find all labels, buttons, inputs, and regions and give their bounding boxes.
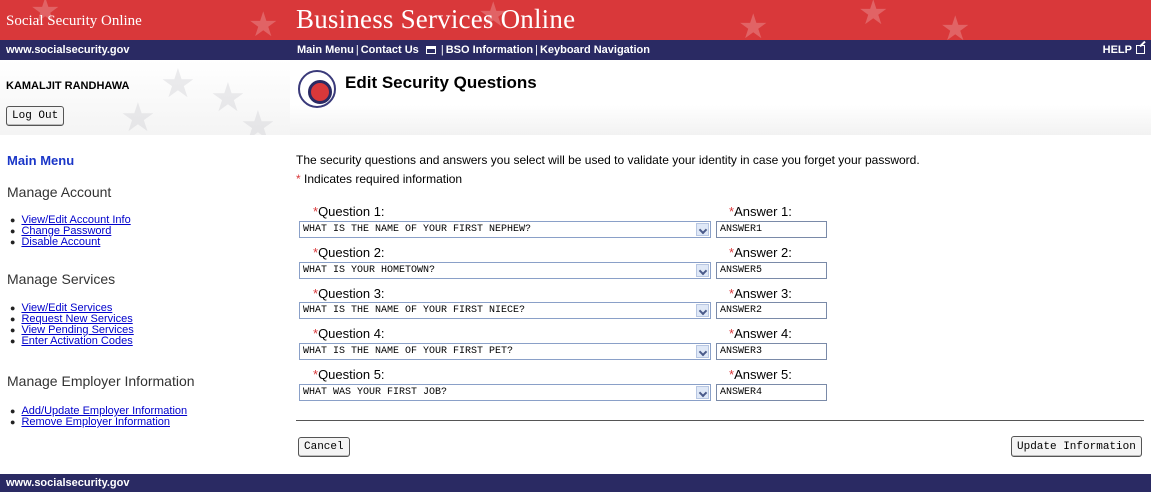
chevron-down-icon[interactable] [696, 223, 709, 236]
nav-separator: | [440, 44, 444, 56]
question-label: *Question 4: [313, 326, 385, 341]
help-link[interactable]: HELP [1103, 44, 1145, 56]
chevron-down-icon[interactable] [696, 264, 709, 277]
question-1-selected-value: WHAT IS THE NAME OF YOUR FIRST NEPHEW? [303, 224, 532, 235]
cancel-button[interactable]: Cancel [298, 437, 350, 457]
question-label: *Question 5: [313, 367, 385, 382]
logout-button[interactable]: Log Out [6, 106, 65, 126]
star-decoration: ★ [160, 61, 196, 107]
question-label-text: Question 5: [318, 367, 385, 382]
question-4-selected-value: WHAT IS THE NAME OF YOUR FIRST PET? [303, 346, 514, 357]
question-2-selected-value: WHAT IS YOUR HOMETOWN? [303, 265, 436, 276]
footer-url: www.socialsecurity.gov [6, 477, 130, 489]
title-panel [290, 60, 1151, 135]
nav-bso-information-link[interactable]: BSO Information [446, 44, 533, 56]
required-note-text: Indicates required information [300, 172, 463, 186]
answer-label: *Answer 1: [729, 204, 792, 219]
question-label: *Question 2: [313, 245, 385, 260]
footer-bar: www.socialsecurity.gov [0, 474, 1151, 492]
chevron-down-icon[interactable] [696, 386, 709, 399]
top-banner: ★ ★ ★ ★ ★ ★ Social Security Online Busin… [0, 0, 1151, 40]
list-item: Disable Account [10, 237, 131, 248]
nav-bar: www.socialsecurity.gov Main Menu | Contact… [0, 40, 1151, 60]
new-window-icon [425, 46, 436, 54]
answer-label-text: Answer 5: [734, 367, 792, 382]
answer-label-text: Answer 3: [734, 286, 792, 301]
sidebar-section-manage-employer-information: Manage Employer Information [7, 373, 195, 389]
list-item: Remove Employer Information [10, 417, 187, 428]
question-3-select[interactable]: WHAT IS THE NAME OF YOUR FIRST NIECE? [299, 302, 711, 319]
bso-title: Business Services Online [296, 4, 576, 34]
nav-contact-us-link[interactable]: Contact Us [361, 44, 419, 56]
star-decoration: ★ [858, 0, 889, 33]
star-decoration: ★ [240, 103, 276, 135]
intro-text: The security questions and answers you s… [296, 153, 920, 167]
nav-separator: | [355, 44, 359, 56]
chevron-down-icon[interactable] [696, 345, 709, 358]
question-label-text: Question 1: [318, 204, 385, 219]
question-1-select[interactable]: WHAT IS THE NAME OF YOUR FIRST NEPHEW? [299, 221, 711, 238]
question-label: *Question 3: [313, 286, 385, 301]
answer-1-input[interactable] [716, 221, 827, 238]
page-title: Edit Security Questions [345, 73, 537, 92]
answer-label: *Answer 2: [729, 245, 792, 260]
star-decoration: ★ [248, 5, 279, 40]
answer-2-input[interactable] [716, 262, 827, 279]
answer-label-text: Answer 2: [734, 245, 792, 260]
top-nav-links: Main Menu | Contact Us | BSO Information | Ke… [297, 44, 650, 56]
sidebar-list-manage-account: View/Edit Account Info Change Password D… [10, 215, 131, 248]
sidebar-item-remove-employer-information[interactable]: Remove Employer Information [21, 416, 170, 428]
sidebar-section-manage-account: Manage Account [7, 184, 112, 200]
form-divider [296, 420, 1144, 421]
chevron-down-icon[interactable] [696, 304, 709, 317]
update-information-button[interactable]: Update Information [1011, 436, 1142, 457]
site-url: www.socialsecurity.gov [6, 44, 130, 56]
sidebar-list-manage-employer-information: Add/Update Employer Information Remove E… [10, 406, 187, 428]
sidebar-section-manage-services: Manage Services [7, 271, 116, 287]
answer-3-input[interactable] [716, 302, 827, 319]
question-label: *Question 1: [313, 204, 385, 219]
question-2-select[interactable]: WHAT IS YOUR HOMETOWN? [299, 262, 711, 279]
sidebar-main-menu-link[interactable]: Main Menu [7, 153, 74, 168]
required-note: * Indicates required information [296, 172, 462, 186]
question-4-select[interactable]: WHAT IS THE NAME OF YOUR FIRST PET? [299, 343, 711, 360]
question-label-text: Question 4: [318, 326, 385, 341]
question-5-selected-value: WHAT WAS YOUR FIRST JOB? [303, 387, 448, 398]
question-label-text: Question 3: [318, 286, 385, 301]
question-label-text: Question 2: [318, 245, 385, 260]
ssa-seal-logo [298, 70, 336, 108]
question-3-selected-value: WHAT IS THE NAME OF YOUR FIRST NIECE? [303, 305, 526, 316]
nav-separator: | [535, 44, 538, 56]
sidebar-list-manage-services: View/Edit Services Request New Services … [10, 303, 134, 347]
answer-label: *Answer 3: [729, 286, 792, 301]
sidebar-item-disable-account[interactable]: Disable Account [21, 236, 100, 248]
answer-label: *Answer 5: [729, 367, 792, 382]
answer-label-text: Answer 1: [734, 204, 792, 219]
star-decoration: ★ [738, 7, 769, 40]
answer-label: *Answer 4: [729, 326, 792, 341]
sidebar-item-enter-activation-codes[interactable]: Enter Activation Codes [21, 335, 132, 347]
edit-icon [1136, 45, 1145, 54]
answer-label-text: Answer 4: [734, 326, 792, 341]
help-label: HELP [1102, 44, 1132, 56]
star-decoration: ★ [940, 9, 971, 40]
site-brand: Social Security Online [6, 13, 142, 29]
nav-keyboard-navigation-link[interactable]: Keyboard Navigation [540, 44, 650, 56]
list-item: Enter Activation Codes [10, 336, 134, 347]
question-5-select[interactable]: WHAT WAS YOUR FIRST JOB? [299, 384, 711, 401]
answer-4-input[interactable] [716, 343, 827, 360]
answer-5-input[interactable] [716, 384, 827, 401]
user-name: KAMALJIT RANDHAWA [6, 80, 130, 92]
nav-main-menu-link[interactable]: Main Menu [297, 44, 354, 56]
star-decoration: ★ [120, 95, 156, 135]
